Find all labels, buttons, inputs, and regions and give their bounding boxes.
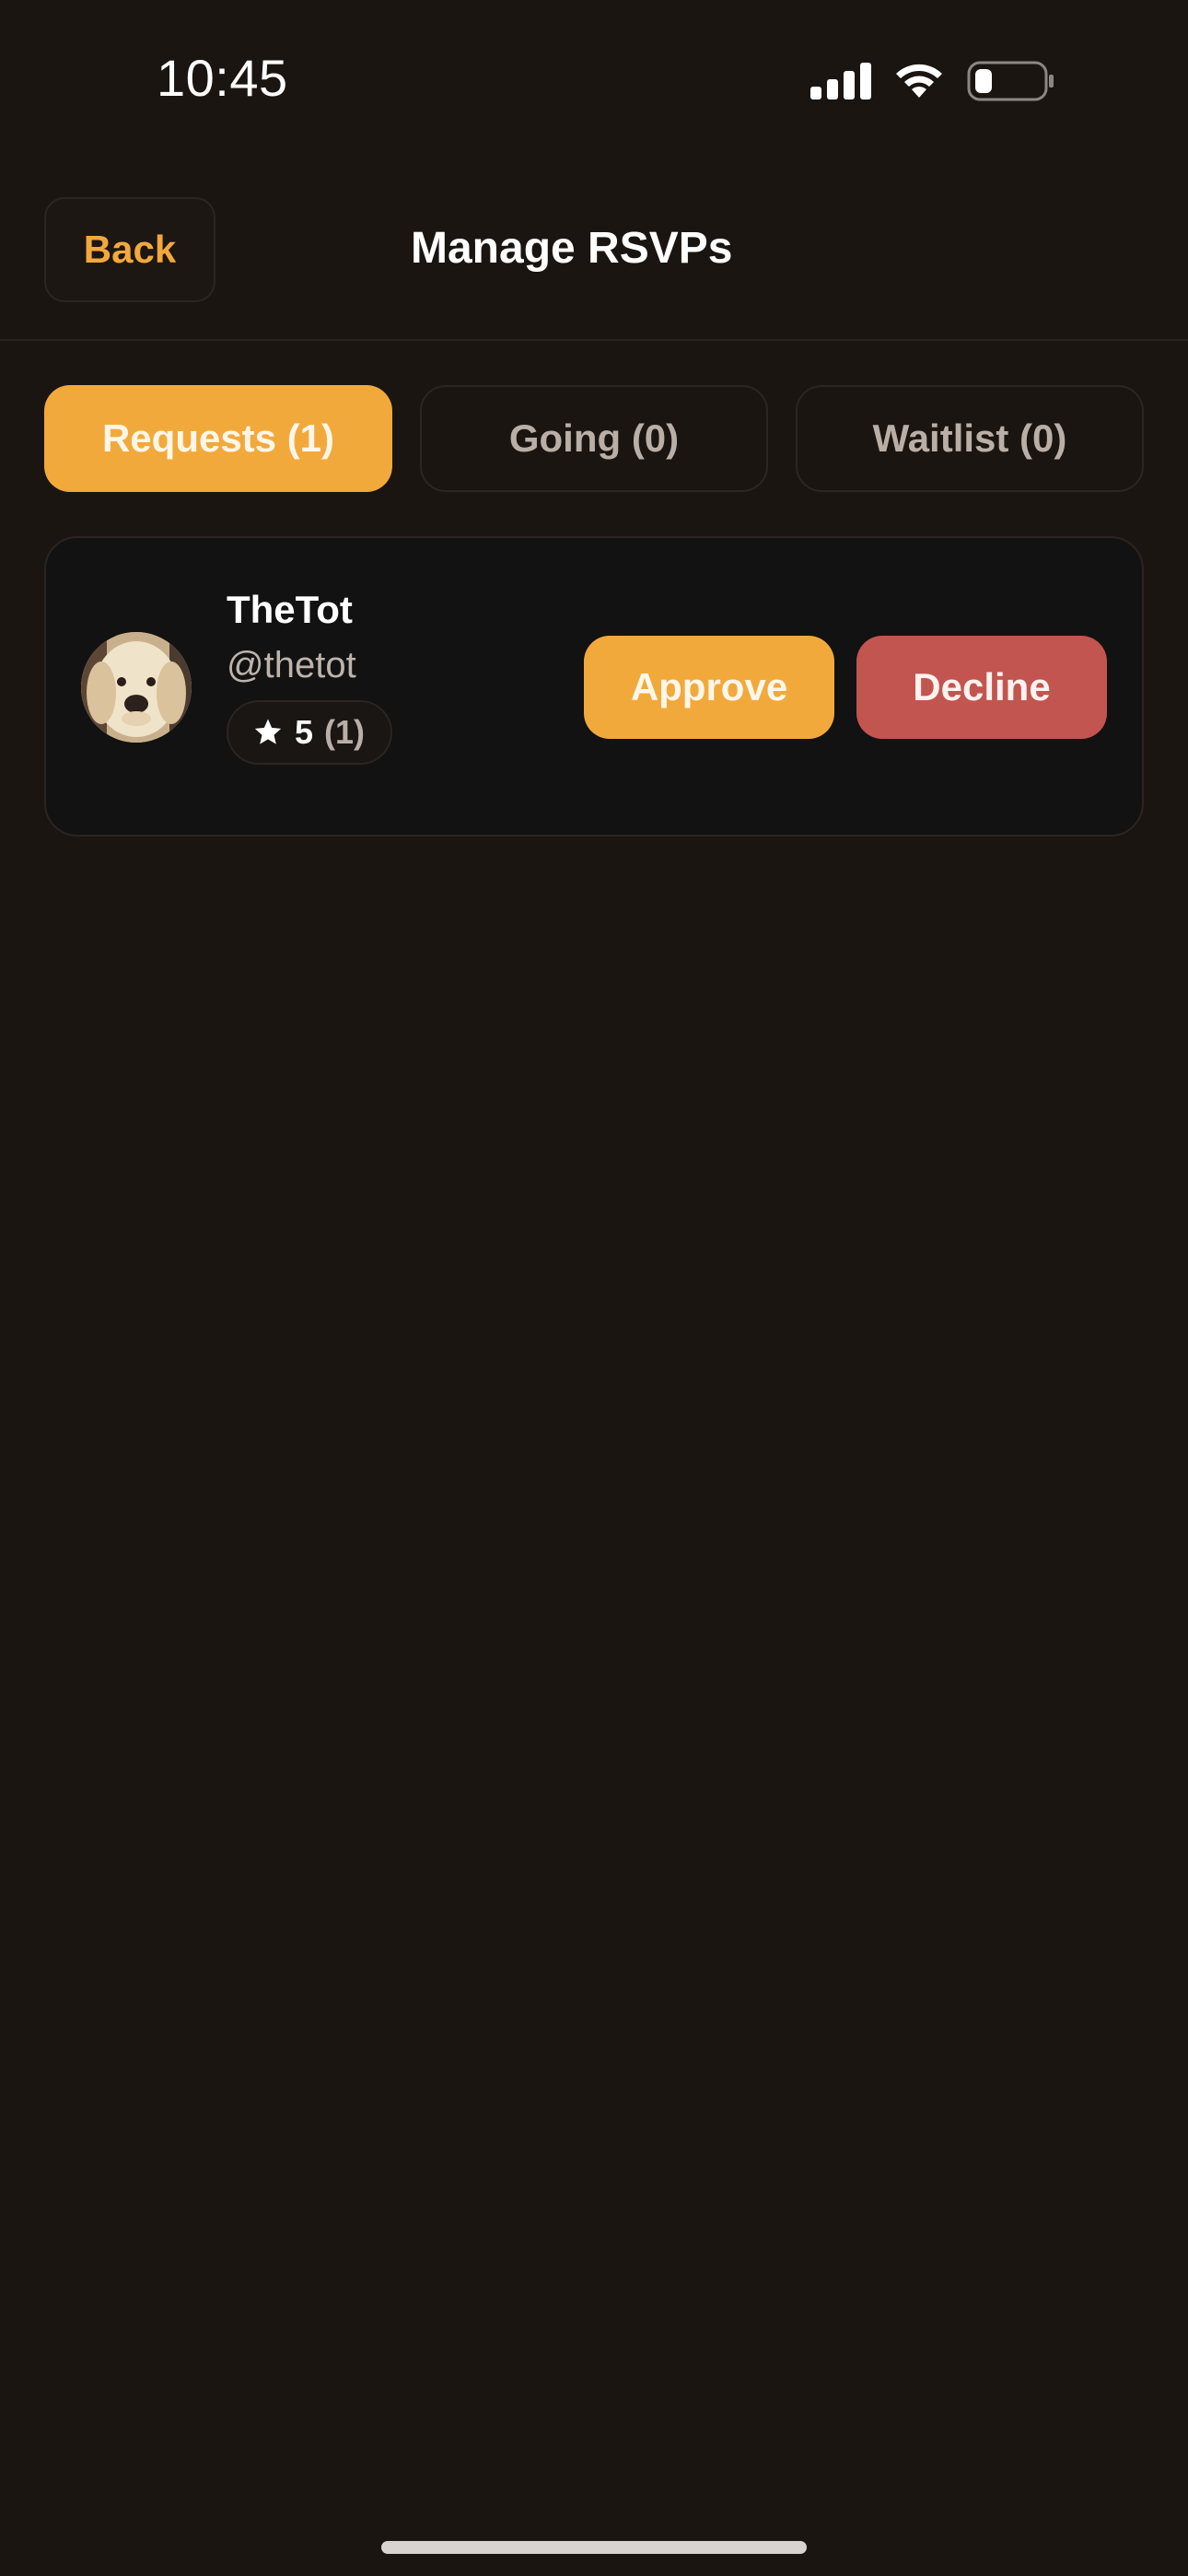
approve-button[interactable]: Approve [584,636,834,739]
rating-badge: 5 (1) [227,700,393,765]
user-name[interactable]: TheTot [227,588,353,632]
avatar[interactable] [81,632,192,743]
nav-header: Back Manage RSVPs [0,195,1188,341]
signal-icon [810,63,871,100]
page-title: Manage RSVPs [411,224,733,273]
status-bar: 10:45 [0,0,1188,157]
user-handle: @thetot [227,645,356,685]
status-icons [810,55,1087,107]
wifi-icon [896,64,942,98]
rsvp-request-card: TheTot @thetot 5 (1) Approve Decline [44,536,1144,837]
tab-going[interactable]: Going (0) [420,385,768,492]
home-indicator[interactable] [381,2541,807,2554]
rating-value: 5 [295,713,314,751]
rating-count: (1) [324,713,366,751]
tab-requests[interactable]: Requests (1) [44,385,392,492]
status-time: 10:45 [157,49,288,107]
dog-photo [81,632,192,743]
tab-waitlist[interactable]: Waitlist (0) [796,385,1144,492]
rsvp-tabs: Requests (1) Going (0) Waitlist (0) [44,385,1144,492]
star-icon [254,719,282,744]
decline-button[interactable]: Decline [856,636,1107,739]
battery-icon [967,61,1054,101]
back-button[interactable]: Back [44,197,215,302]
